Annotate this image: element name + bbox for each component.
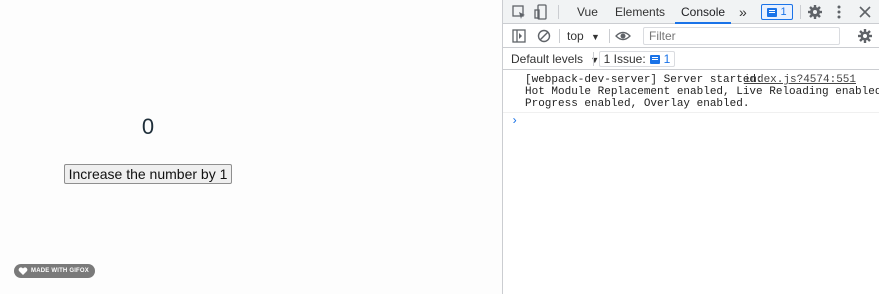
chevron-down-icon: ▼ xyxy=(590,55,600,65)
context-selector[interactable]: top ▼ xyxy=(567,27,600,45)
toolbar-separator xyxy=(609,29,610,43)
more-tabs-icon[interactable]: » xyxy=(733,0,753,24)
message-icon xyxy=(649,54,660,64)
message-icon xyxy=(767,7,778,17)
tabbar-separator xyxy=(558,5,559,19)
more-options-icon[interactable] xyxy=(831,4,847,20)
show-sidebar-icon[interactable] xyxy=(511,28,527,44)
console-prompt[interactable]: › xyxy=(503,113,879,129)
tabbar-separator xyxy=(800,5,801,19)
console-toolbar: top ▼ xyxy=(503,24,879,48)
console-settings-gear-icon[interactable] xyxy=(857,28,873,44)
live-expression-eye-icon[interactable] xyxy=(615,28,631,44)
log-levels-dropdown[interactable]: Default levels ▼ xyxy=(511,51,599,68)
increase-button[interactable]: Increase the number by 1 xyxy=(64,164,232,184)
levels-separator xyxy=(593,52,594,66)
app-pane: 0 Increase the number by 1 MADE WITH GIF… xyxy=(0,0,502,294)
settings-gear-icon[interactable] xyxy=(807,4,823,20)
issues-counter-button[interactable]: 1 xyxy=(761,4,793,20)
filter-input[interactable] xyxy=(643,27,840,45)
counter-value: 0 xyxy=(141,114,155,139)
issues-button-count: 1 xyxy=(663,52,671,66)
devtools-panel: Vue Elements Console » 1 top ▼ Filter De… xyxy=(502,0,879,294)
devtools-tabbar: Vue Elements Console » 1 xyxy=(503,0,879,24)
gifox-logo-icon xyxy=(18,267,28,275)
log-levels-label: Default levels xyxy=(511,52,584,66)
inspect-element-icon[interactable] xyxy=(511,4,527,20)
issues-button[interactable]: 1 Issue: 1 xyxy=(599,51,675,67)
console-output: [webpack-dev-server] Server started: Hot… xyxy=(503,71,879,129)
chevron-down-icon: ▼ xyxy=(591,32,600,42)
screen: 0 Increase the number by 1 MADE WITH GIF… xyxy=(0,0,879,294)
console-message-line: Hot Module Replacement enabled, Live Rel… xyxy=(525,86,879,98)
device-toolbar-icon[interactable] xyxy=(533,4,549,20)
tab-vue[interactable]: Vue xyxy=(571,0,604,24)
context-selector-label: top xyxy=(567,29,584,43)
gifox-badge-label: MADE WITH GIFOX xyxy=(31,268,89,274)
tab-elements[interactable]: Elements xyxy=(609,0,671,24)
console-message-line: Progress enabled, Overlay enabled. xyxy=(525,98,750,110)
issues-counter-label: 1 xyxy=(780,6,787,18)
source-link[interactable]: index.js?4574:551 xyxy=(744,74,856,86)
gifox-badge: MADE WITH GIFOX xyxy=(14,264,95,278)
levels-bar: Default levels ▼ 1 Issue: 1 xyxy=(503,48,879,70)
issues-button-label: 1 Issue: xyxy=(603,52,646,66)
close-icon[interactable] xyxy=(857,4,873,20)
clear-console-icon[interactable] xyxy=(536,28,552,44)
console-message: [webpack-dev-server] Server started: Hot… xyxy=(503,71,879,113)
toolbar-separator xyxy=(559,29,560,43)
tab-console[interactable]: Console xyxy=(675,0,732,24)
